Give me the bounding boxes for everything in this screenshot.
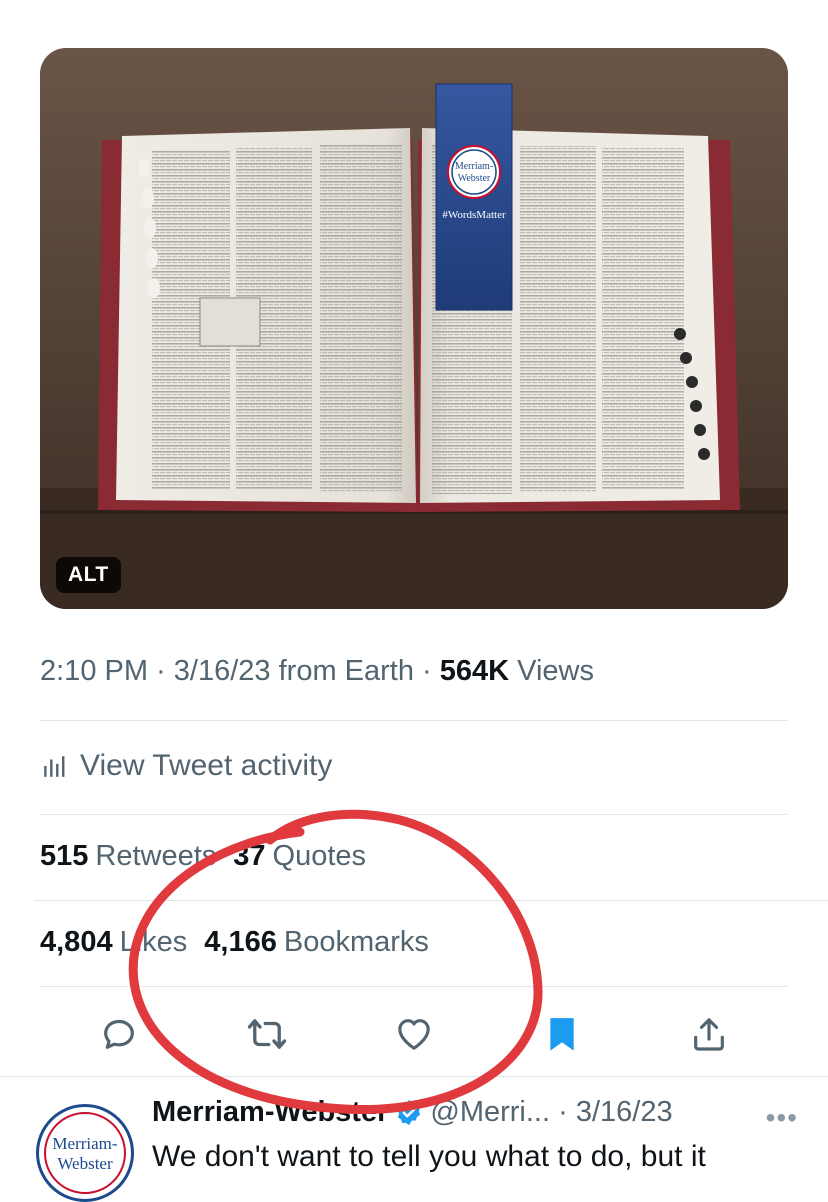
meta-separator: · bbox=[422, 655, 440, 687]
retweets-label: Retweets bbox=[95, 840, 217, 872]
reply-avatar[interactable]: Merriam- Webster bbox=[36, 1104, 134, 1202]
reply-handle[interactable]: @Merri... bbox=[430, 1096, 550, 1129]
retweet-icon bbox=[247, 1019, 287, 1049]
view-tweet-activity-label: View Tweet activity bbox=[80, 749, 333, 782]
retweet-button[interactable] bbox=[245, 1012, 289, 1056]
bookmark-button[interactable] bbox=[540, 1012, 584, 1056]
share-icon bbox=[694, 1018, 724, 1051]
alt-text-badge[interactable]: ALT bbox=[56, 557, 121, 593]
tweet-time[interactable]: 2:10 PM bbox=[40, 655, 148, 687]
likes-bookmarks-row: 4,804 Likes 4,166 Bookmarks bbox=[40, 926, 429, 959]
bookmark-icon bbox=[550, 1018, 574, 1051]
divider bbox=[40, 986, 788, 987]
avatar-line2: Webster bbox=[57, 1154, 113, 1173]
divider bbox=[0, 1076, 828, 1077]
heart-icon bbox=[398, 1019, 430, 1050]
reply-button[interactable] bbox=[97, 1012, 141, 1056]
divider bbox=[40, 814, 788, 815]
quotes-count: 37 bbox=[233, 840, 266, 872]
quotes-label: Quotes bbox=[272, 840, 367, 872]
bar-chart-icon bbox=[44, 756, 65, 777]
bookmarks-label: Bookmarks bbox=[283, 926, 429, 958]
bookmark-brand-line2: Webster bbox=[458, 173, 491, 184]
reply-tweet[interactable]: Merriam- Webster Merriam-Webster @Merri.… bbox=[0, 1078, 828, 1202]
tweet-media-image[interactable]: Merriam- Webster #WordsMatter ALT bbox=[40, 48, 788, 609]
tweet-action-bar bbox=[0, 1000, 828, 1068]
divider bbox=[40, 720, 788, 721]
dictionary-photo: Merriam- Webster #WordsMatter bbox=[40, 48, 788, 609]
tweet-source: from Earth bbox=[278, 655, 414, 687]
reply-text: We don't want to tell you what to do, bu… bbox=[152, 1140, 706, 1173]
likes-count: 4,804 bbox=[40, 926, 113, 958]
reply-header: Merriam-Webster @Merri... · 3/16/23 bbox=[152, 1096, 673, 1129]
avatar-logo-text: Merriam- Webster bbox=[39, 1134, 131, 1174]
avatar-line1: Merriam- bbox=[52, 1134, 118, 1153]
tweet-date[interactable]: 3/16/23 bbox=[174, 655, 271, 687]
reply-icon bbox=[104, 1019, 134, 1049]
bookmarks-stat[interactable]: 4,166 Bookmarks bbox=[204, 926, 429, 958]
bookmark-brand-line1: Merriam- bbox=[455, 161, 493, 172]
reply-date[interactable]: 3/16/23 bbox=[576, 1096, 673, 1129]
bookmarks-count: 4,166 bbox=[204, 926, 277, 958]
views-count: 564K bbox=[439, 655, 510, 687]
retweets-quotes-row: 515 Retweets 37 Quotes bbox=[40, 840, 366, 873]
meta-separator: · bbox=[156, 655, 174, 687]
retweets-count: 515 bbox=[40, 840, 89, 872]
views-label: Views bbox=[517, 655, 594, 687]
verified-badge-icon bbox=[398, 1099, 421, 1125]
quotes-stat[interactable]: 37 Quotes bbox=[233, 840, 366, 872]
retweets-stat[interactable]: 515 Retweets bbox=[40, 840, 216, 872]
divider bbox=[34, 900, 828, 901]
view-tweet-activity-link[interactable]: View Tweet activity bbox=[42, 744, 332, 788]
likes-label: Likes bbox=[119, 926, 188, 958]
reply-author-name[interactable]: Merriam-Webster bbox=[152, 1096, 388, 1129]
like-button[interactable] bbox=[392, 1012, 436, 1056]
meta-separator: · bbox=[550, 1096, 576, 1128]
more-options-icon[interactable]: ••• bbox=[766, 1102, 798, 1134]
bookmark-hashtag: #WordsMatter bbox=[442, 209, 506, 221]
tweet-timestamp-line: 2:10 PM · 3/16/23 from Earth · 564K View… bbox=[40, 655, 594, 688]
share-button[interactable] bbox=[687, 1012, 731, 1056]
likes-stat[interactable]: 4,804 Likes bbox=[40, 926, 187, 958]
